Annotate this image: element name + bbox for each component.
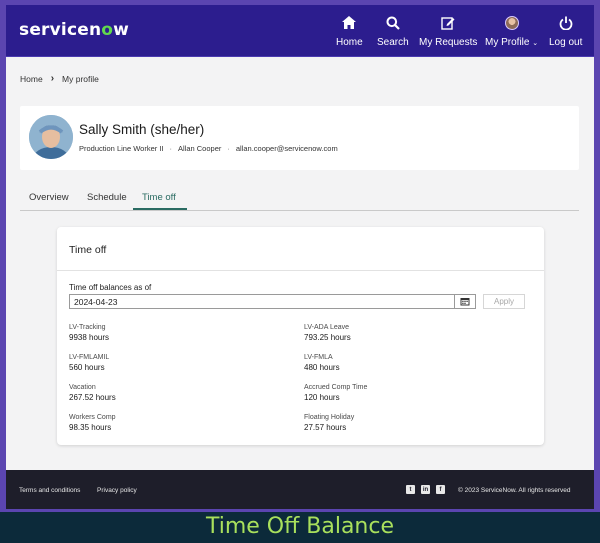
nav-my-requests[interactable]: My Requests <box>419 13 477 53</box>
top-navigation-bar: servicenow Home Search My Requests My Pr… <box>6 5 594 57</box>
edit-icon <box>441 13 455 32</box>
nav-search[interactable]: Search <box>377 13 409 53</box>
balance-item: Floating Holiday 27.57 hours <box>304 414 354 432</box>
meta-separator: · <box>227 144 230 153</box>
portal-screen: servicenow Home Search My Requests My Pr… <box>6 5 594 509</box>
tab-schedule[interactable]: Schedule <box>87 192 127 203</box>
breadcrumb: Home › My profile <box>20 73 99 84</box>
nav-log-out-label: Log out <box>549 37 583 48</box>
balance-value: 267.52 hours <box>69 393 116 402</box>
balance-label: LV-Tracking <box>69 324 106 331</box>
profile-tabs: Overview Schedule Time off <box>20 188 579 211</box>
balance-label: Workers Comp <box>69 414 116 421</box>
profile-meta: Production Line Worker II · Allan Cooper… <box>79 144 338 153</box>
balance-item: LV-FMLAMIL 560 hours <box>69 354 109 372</box>
balance-label: Floating Holiday <box>304 414 355 421</box>
calendar-button[interactable] <box>454 294 476 309</box>
servicenow-logo[interactable]: servicenow <box>19 20 129 40</box>
profile-title: Production Line Worker II <box>79 144 164 153</box>
profile-name: Sally Smith (she/her) <box>79 122 205 137</box>
tab-overview[interactable]: Overview <box>29 192 69 203</box>
balance-value: 98.35 hours <box>69 423 112 432</box>
social-links: t in f <box>406 485 445 494</box>
balance-value: 793.25 hours <box>304 333 351 342</box>
profile-avatar-wrap <box>504 13 519 32</box>
balance-item: Accrued Comp Time 120 hours <box>304 384 367 402</box>
balance-item: LV-FMLA 480 hours <box>304 354 340 372</box>
balance-label: Vacation <box>69 384 96 391</box>
facebook-icon[interactable]: f <box>436 485 445 494</box>
twitter-icon[interactable]: t <box>406 485 415 494</box>
nav-home-label: Home <box>336 37 363 48</box>
privacy-link[interactable]: Privacy policy <box>97 487 137 494</box>
balance-item: LV-ADA Leave 793.25 hours <box>304 324 351 342</box>
terms-link[interactable]: Terms and conditions <box>19 487 80 494</box>
balance-label: LV-FMLAMIL <box>69 354 110 361</box>
slide-caption: Time Off Balance <box>205 514 395 539</box>
nav-my-requests-label: My Requests <box>419 37 478 48</box>
home-icon <box>342 13 357 32</box>
nav-my-profile[interactable]: My Profile ⌄ <box>485 13 538 53</box>
search-icon <box>386 13 400 32</box>
balance-item: Vacation 267.52 hours <box>69 384 116 402</box>
nav-search-label: Search <box>377 37 409 48</box>
balance-value: 120 hours <box>304 393 340 402</box>
time-off-card: Time off Time off balances as of Apply L… <box>57 227 544 445</box>
profile-card: Sally Smith (she/her) Production Line Wo… <box>20 106 579 170</box>
profile-photo <box>29 115 73 159</box>
page-footer: Terms and conditions Privacy policy t in… <box>6 470 594 509</box>
copyright-text: © 2023 ServiceNow. All rights reserved <box>458 487 571 494</box>
active-tab-indicator <box>133 208 187 210</box>
profile-email[interactable]: allan.cooper@servicenow.com <box>236 144 338 153</box>
breadcrumb-home[interactable]: Home <box>20 74 43 84</box>
chevron-right-icon: › <box>50 73 55 84</box>
balance-date-input[interactable] <box>69 294 466 309</box>
balance-label: LV-ADA Leave <box>304 324 350 331</box>
meta-separator: · <box>169 144 173 153</box>
apply-button[interactable]: Apply <box>483 294 525 309</box>
avatar <box>504 15 519 30</box>
linkedin-icon[interactable]: in <box>421 485 430 494</box>
balance-value: 27.57 hours <box>304 423 347 432</box>
nav-my-profile-label: My Profile <box>485 37 530 48</box>
balance-value: 560 hours <box>69 363 105 372</box>
profile-manager[interactable]: Allan Cooper <box>178 144 221 153</box>
calendar-icon <box>460 298 470 306</box>
chevron-down-icon: ⌄ <box>532 40 539 47</box>
balances-as-of-label: Time off balances as of <box>69 283 152 292</box>
power-icon <box>559 13 573 32</box>
tab-time-off[interactable]: Time off <box>142 192 176 203</box>
balance-value: 9938 hours <box>69 333 110 342</box>
breadcrumb-current: My profile <box>62 73 99 84</box>
nav-home[interactable]: Home <box>336 13 363 53</box>
balance-label: LV-FMLA <box>304 354 333 361</box>
time-off-title: Time off <box>69 244 107 256</box>
divider <box>57 270 544 271</box>
balance-label: Accrued Comp Time <box>304 384 368 391</box>
balance-item: LV-Tracking 9938 hours <box>69 324 109 342</box>
balance-value: 480 hours <box>304 363 340 372</box>
balance-item: Workers Comp 98.35 hours <box>69 414 116 432</box>
nav-log-out[interactable]: Log out <box>549 13 582 53</box>
nav-my-profile-label-row: My Profile ⌄ <box>485 37 538 48</box>
